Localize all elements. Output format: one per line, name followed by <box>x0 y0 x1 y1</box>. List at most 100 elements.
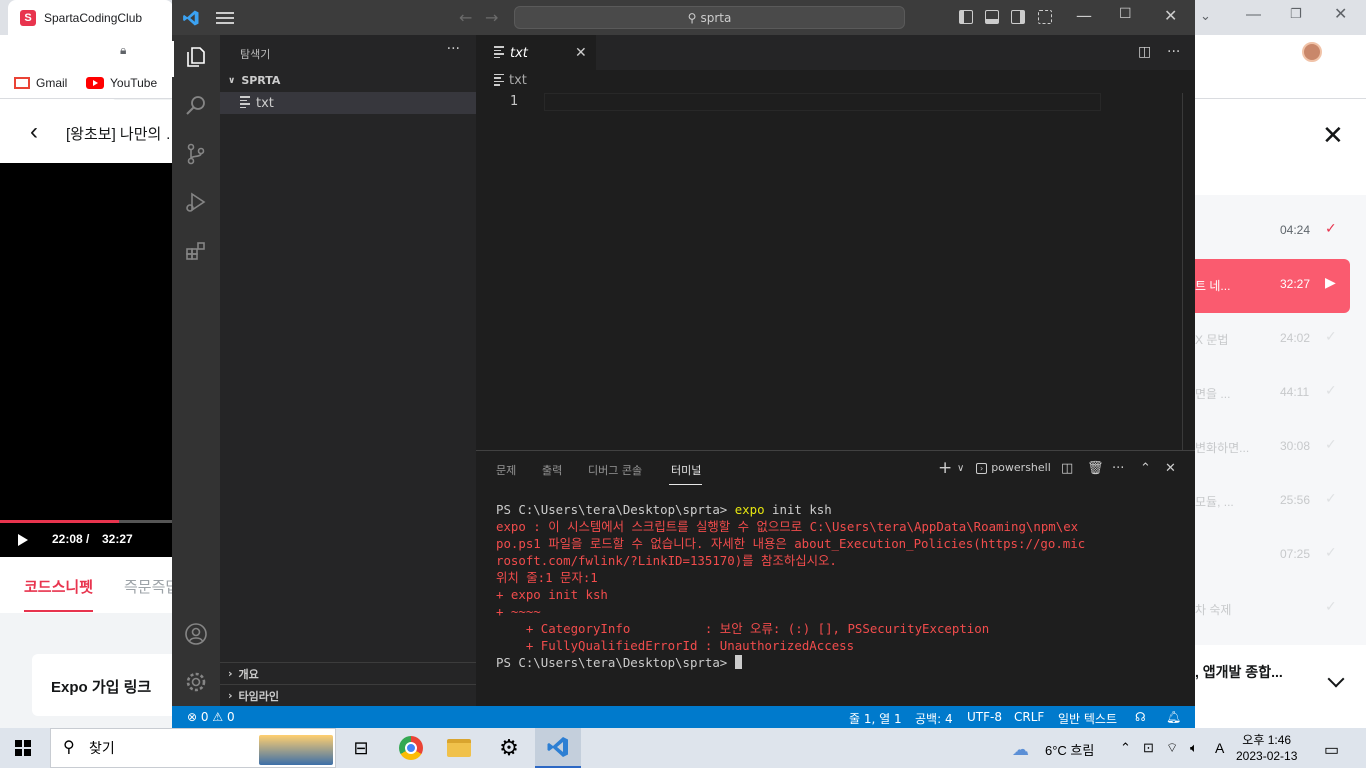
taskbar-search[interactable]: ⚲ 찾기 <box>50 728 336 768</box>
indentation-status[interactable]: 공백: 4 <box>915 710 953 727</box>
file-explorer-taskbar-icon[interactable] <box>436 728 482 768</box>
split-editor-icon[interactable]: ◫ <box>1138 44 1151 60</box>
lesson-row[interactable]: 04:24 ✓ <box>1195 205 1350 259</box>
chevron-up-icon[interactable]: ⌃ <box>1120 740 1131 756</box>
active-tab-underline <box>24 610 93 612</box>
workspace-folder[interactable]: ∨ SPRTA <box>228 74 280 87</box>
next-section-title[interactable]: , 앱개발 종합... <box>1195 662 1283 682</box>
source-control-icon[interactable] <box>184 142 208 166</box>
split-terminal-icon[interactable]: ◫ <box>1061 461 1073 476</box>
tab-search-icon[interactable]: ⌄ <box>1200 8 1211 24</box>
cursor-position[interactable]: 줄 1, 열 1 <box>849 710 902 727</box>
timeline-section[interactable]: › 타임라인 <box>220 684 476 706</box>
editor-text-area[interactable] <box>544 93 1101 111</box>
editor-scrollbar[interactable] <box>1182 93 1183 450</box>
tab-debug-console[interactable]: 디버그 콘솔 <box>588 462 642 478</box>
network-icon[interactable]: ⊡ <box>1143 740 1154 756</box>
extensions-icon[interactable] <box>184 239 208 263</box>
tab-output[interactable]: 출력 <box>542 462 562 478</box>
accounts-icon[interactable] <box>184 622 208 646</box>
toggle-sidebar-icon[interactable] <box>959 10 973 24</box>
vscode-close-icon[interactable]: ✕ <box>1164 6 1177 25</box>
settings-gear-taskbar-icon[interactable]: ⚙ <box>486 728 532 768</box>
tab-code-snippet[interactable]: 코드스니펫 <box>24 576 93 597</box>
nav-back-icon[interactable]: ← <box>459 8 472 27</box>
browser-tab[interactable]: S SpartaCodingClub <box>8 0 173 35</box>
customize-layout-icon[interactable] <box>1038 10 1052 24</box>
encoding-status[interactable]: UTF-8 <box>967 710 1002 724</box>
search-activity-icon[interactable] <box>184 93 208 117</box>
panel-more-icon[interactable]: ··· <box>1112 461 1124 476</box>
toggle-panel-icon[interactable] <box>985 10 999 24</box>
terminal-shell-item[interactable]: › powershell <box>976 461 1051 474</box>
snippet-card-label: Expo 가입 링크 <box>51 679 152 696</box>
close-panel-icon[interactable]: ✕ <box>1165 461 1176 476</box>
windows-start-icon[interactable] <box>15 740 31 756</box>
lesson-row[interactable]: 07:25 ✓ <box>1195 529 1350 583</box>
notification-center-icon[interactable]: ▭ <box>1324 740 1339 760</box>
profile-avatar[interactable] <box>1302 42 1322 62</box>
weather-text[interactable]: 6°C 흐림 <box>1045 740 1094 759</box>
tab-qna[interactable]: 즉문즉답 <box>124 576 174 597</box>
chrome-taskbar-icon[interactable] <box>388 728 434 768</box>
new-terminal-icon[interactable]: + <box>938 458 952 478</box>
vscode-minimize-icon[interactable]: — <box>1076 6 1092 25</box>
kill-terminal-trash-icon[interactable]: 🗑︎ <box>1087 461 1104 476</box>
ime-indicator[interactable]: A <box>1215 740 1224 756</box>
lesson-row[interactable]: 변화하면... 30:08 ✓ <box>1195 421 1350 475</box>
tab-terminal[interactable]: 터미널 <box>671 462 701 478</box>
lesson-row[interactable]: 트 네... 32:27 ▶ <box>1195 259 1350 313</box>
feedback-icon[interactable]: ☊ <box>1135 710 1146 724</box>
editor-tab-txt[interactable]: txt ✕ <box>476 35 596 70</box>
terminal-icon: › <box>976 463 988 474</box>
terminal-error-line: + FullyQualifiedErrorId : UnauthorizedAc… <box>496 638 855 653</box>
problems-status[interactable]: ⊗ 0 ⚠ 0 <box>187 710 235 724</box>
warning-icon: ⚠ <box>212 710 224 724</box>
bookmark-youtube[interactable]: YouTube <box>86 76 157 90</box>
more-actions-icon[interactable]: ··· <box>447 41 460 57</box>
manage-gear-icon[interactable] <box>184 670 208 694</box>
notifications-bell-icon[interactable]: 🔔︎ <box>1166 710 1181 724</box>
nav-forward-icon[interactable]: → <box>485 8 498 27</box>
volume-icon[interactable]: 🔈︎ <box>1190 740 1198 756</box>
breadcrumb[interactable]: txt <box>494 73 527 88</box>
close-tab-icon[interactable]: ✕ <box>575 45 587 61</box>
restore-icon[interactable]: ❐ <box>1290 6 1302 22</box>
wifi-icon[interactable]: ⌔ <box>1166 740 1178 756</box>
minimize-icon[interactable]: — <box>1246 6 1261 23</box>
lock-icon[interactable]: 🔒︎ <box>120 43 126 58</box>
tab-problems[interactable]: 문제 <box>496 462 516 478</box>
terminal-output[interactable]: PS C:\Users\tera\Desktop\sprta> expo ini… <box>496 501 1085 671</box>
close-icon[interactable]: ✕ <box>1322 120 1344 151</box>
file-item-txt[interactable]: txt <box>220 92 476 114</box>
chevron-down-icon[interactable]: ∨ <box>957 463 964 474</box>
eol-status[interactable]: CRLF <box>1014 710 1044 724</box>
video-total-time: 32:27 <box>102 532 133 546</box>
explorer-icon[interactable] <box>184 45 208 69</box>
lesson-row[interactable]: 모듈, ... 25:56 ✓ <box>1195 475 1350 529</box>
video-player[interactable] <box>0 163 175 557</box>
terminal-prompt: PS C:\Users\tera\Desktop\sprta> <box>496 655 735 670</box>
weather-cloud-icon[interactable]: ☁ <box>1012 740 1029 760</box>
lesson-row[interactable]: 면을 ... 44:11 ✓ <box>1195 367 1350 421</box>
close-window-icon[interactable]: ✕ <box>1334 4 1347 24</box>
toggle-secondary-sidebar-icon[interactable] <box>1011 10 1025 24</box>
lesson-row[interactable]: X 문법 24:02 ✓ <box>1195 313 1350 367</box>
vscode-maximize-icon[interactable]: ☐ <box>1119 6 1132 22</box>
vscode-taskbar-icon[interactable] <box>535 728 581 768</box>
task-view-icon[interactable]: ⊟ <box>338 728 384 768</box>
lesson-row[interactable]: 차 숙제 ✓ <box>1195 583 1350 637</box>
back-arrow-icon[interactable]: ‹ <box>30 118 38 146</box>
maximize-panel-chevron-up-icon[interactable]: ⌃ <box>1140 461 1151 476</box>
command-center[interactable]: ⚲ sprta <box>514 6 905 29</box>
menu-icon[interactable] <box>216 12 234 27</box>
run-debug-icon[interactable] <box>184 190 208 214</box>
bookmark-gmail[interactable]: Gmail <box>14 76 67 90</box>
error-count: 0 <box>200 710 209 724</box>
outline-section[interactable]: › 개요 <box>220 662 476 684</box>
language-mode[interactable]: 일반 텍스트 <box>1058 710 1117 727</box>
play-icon[interactable] <box>18 534 28 546</box>
clock[interactable]: 오후 1:46 2023-02-13 <box>1236 732 1297 764</box>
editor-more-icon[interactable]: ··· <box>1167 44 1180 60</box>
video-progress-track[interactable] <box>0 520 175 523</box>
